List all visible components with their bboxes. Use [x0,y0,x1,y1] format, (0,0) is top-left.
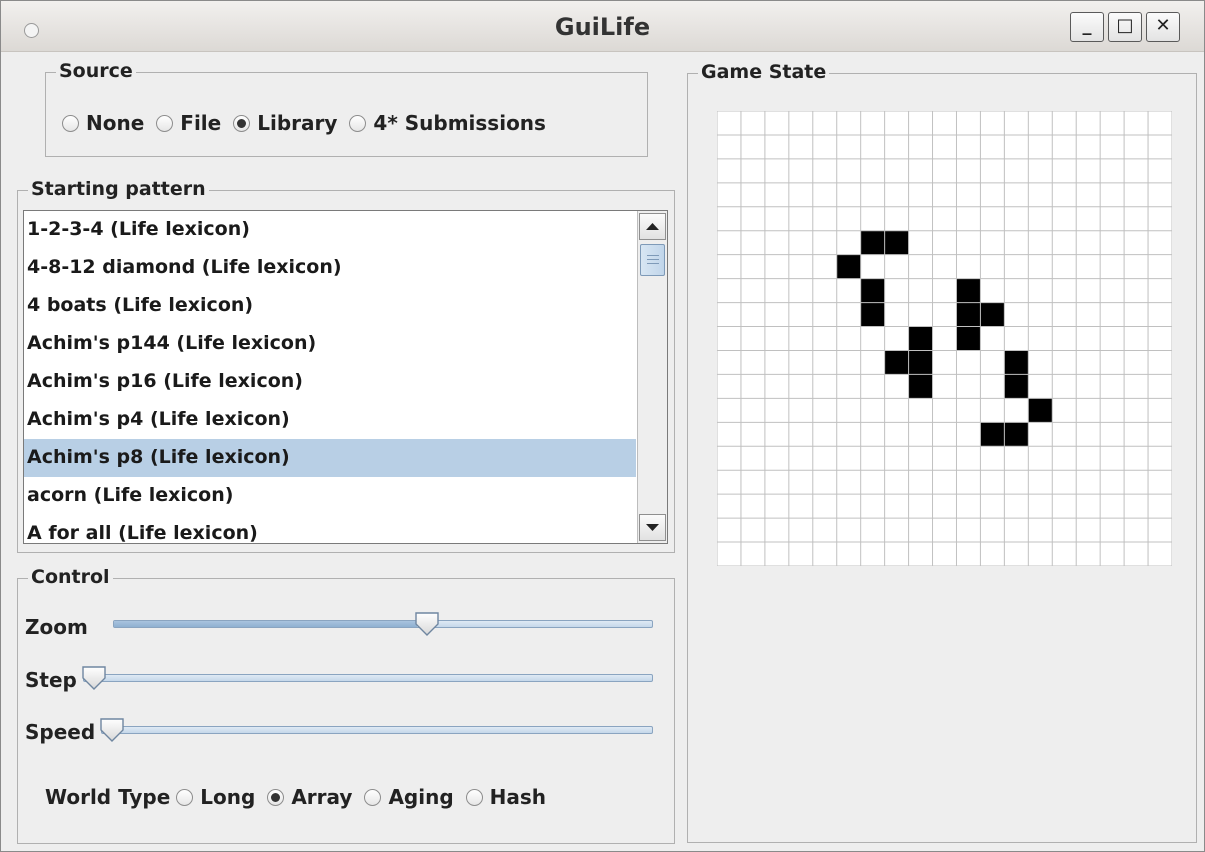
slider-thumb[interactable] [99,717,125,743]
pattern-list-item[interactable]: 4-8-12 diamond (Life lexicon) [24,249,636,287]
source-option-submissions-label: 4* Submissions [373,111,546,135]
slider-thumb[interactable] [81,665,107,691]
arrow-up-icon [646,223,659,230]
pattern-list[interactable]: 1-2-3-4 (Life lexicon) 4-8-12 diamond (Li… [23,210,668,544]
world-type-array[interactable]: Array [267,785,352,809]
source-group: Source None File Library 4* Submissions [45,60,648,157]
pattern-list-item[interactable]: A for all (Life lexicon) [24,515,636,543]
live-cell[interactable] [1004,374,1029,399]
live-cell[interactable] [956,326,981,351]
live-cell[interactable] [884,350,909,375]
live-cell[interactable] [1004,422,1029,447]
world-type-row: World Type Long Array Aging Hash [45,785,558,809]
world-type-array-label: Array [291,785,353,809]
source-option-file-label: File [180,111,222,135]
live-cell[interactable] [860,278,885,303]
pattern-list-item[interactable]: acorn (Life lexicon) [24,477,636,515]
slider-track[interactable] [101,726,653,734]
scroll-down-button[interactable] [639,514,666,541]
radio-array[interactable] [267,788,285,806]
live-cell[interactable] [860,230,885,255]
world-type-label: World Type [45,785,171,809]
source-option-submissions[interactable]: 4* Submissions [349,111,546,135]
live-cell[interactable] [1028,398,1053,423]
slider-thumb[interactable] [414,611,440,637]
world-type-long-label: Long [200,785,256,809]
pattern-list-item[interactable]: 1-2-3-4 (Life lexicon) [24,211,636,249]
radio-aging[interactable] [364,788,382,806]
pattern-list-item[interactable]: Achim's p16 (Life lexicon) [24,363,636,401]
live-cell[interactable] [908,326,933,351]
world-type-hash[interactable]: Hash [465,785,547,809]
step-label: Step [25,668,77,692]
source-option-file[interactable]: File [156,111,221,135]
source-option-none-label: None [86,111,145,135]
scroll-up-button[interactable] [639,213,666,240]
radio-submissions[interactable] [349,114,367,132]
close-icon: ✕ [1155,15,1171,36]
arrow-down-icon [646,524,659,531]
minimize-button[interactable]: _ [1070,12,1104,42]
pattern-list-items: 1-2-3-4 (Life lexicon) 4-8-12 diamond (Li… [24,211,667,543]
source-option-none[interactable]: None [62,111,144,135]
life-grid[interactable] [716,110,1173,567]
source-legend: Source [56,60,136,82]
starting-pattern-legend: Starting pattern [28,178,209,200]
live-cell[interactable] [980,422,1005,447]
pattern-list-item[interactable]: Achim's p8 (Life lexicon) [24,439,636,477]
source-radio-group: None File Library 4* Submissions [62,111,558,135]
guilife-window: GuiLife _ □ ✕ Source None File Library 4… [0,0,1205,852]
world-type-aging[interactable]: Aging [364,785,454,809]
live-cell[interactable] [956,302,981,327]
radio-hash[interactable] [465,788,483,806]
live-cell[interactable] [860,302,885,327]
speed-label: Speed [25,720,96,744]
live-cell[interactable] [980,302,1005,327]
radio-library[interactable] [233,114,251,132]
zoom-label: Zoom [25,615,88,639]
maximize-icon: □ [1116,15,1134,36]
maximize-button[interactable]: □ [1108,12,1142,42]
live-cell[interactable] [1004,350,1029,375]
title-bar[interactable]: GuiLife _ □ ✕ [1,1,1204,52]
control-legend: Control [28,566,113,588]
pattern-list-item[interactable]: 4 boats (Life lexicon) [24,287,636,325]
source-option-library[interactable]: Library [233,111,337,135]
life-grid-canvas[interactable] [716,110,1173,567]
world-type-hash-label: Hash [489,785,547,809]
live-cell[interactable] [836,254,861,279]
live-cell[interactable] [908,374,933,399]
radio-none[interactable] [62,114,79,132]
window-title: GuiLife [554,13,651,41]
slider-track[interactable] [83,674,653,682]
scroll-thumb[interactable] [640,244,665,276]
close-button[interactable]: ✕ [1146,12,1180,42]
radio-long[interactable] [176,788,194,806]
live-cell[interactable] [884,230,909,255]
radio-file[interactable] [156,114,174,132]
live-cell[interactable] [908,350,933,375]
slider-track[interactable] [113,620,653,628]
world-type-long[interactable]: Long [176,785,255,809]
slider-fill [114,621,418,627]
pattern-list-item[interactable]: Achim's p144 (Life lexicon) [24,325,636,363]
source-option-library-label: Library [257,111,338,135]
world-type-aging-label: Aging [388,785,454,809]
game-state-legend: Game State [698,61,830,83]
minimize-icon: _ [1082,15,1092,36]
pattern-list-item[interactable]: Achim's p4 (Life lexicon) [24,401,636,439]
live-cell[interactable] [956,278,981,303]
pattern-list-scrollbar[interactable] [637,211,667,543]
